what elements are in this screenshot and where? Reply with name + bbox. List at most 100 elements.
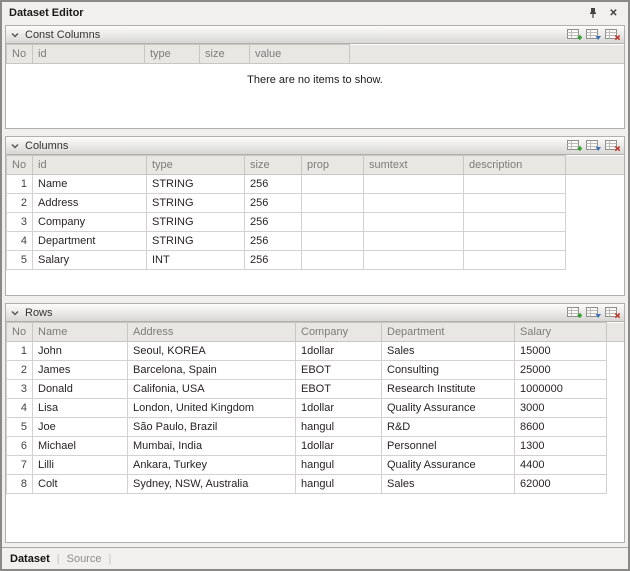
data-cell[interactable] (302, 213, 364, 232)
data-cell[interactable]: 1dollar (296, 399, 382, 418)
data-cell[interactable]: Quality Assurance (382, 399, 515, 418)
tab-source[interactable]: Source (67, 553, 102, 565)
data-cell[interactable] (464, 251, 566, 270)
pin-button[interactable] (585, 6, 600, 21)
column-header[interactable]: description (464, 156, 566, 175)
collapse-toggle-icon[interactable] (10, 308, 20, 318)
data-cell[interactable]: 8600 (515, 418, 607, 437)
data-cell[interactable]: 256 (245, 251, 302, 270)
column-header[interactable]: No (7, 323, 33, 342)
column-header[interactable]: No (7, 156, 33, 175)
row-number-cell[interactable]: 6 (7, 437, 33, 456)
column-header[interactable]: value (250, 45, 350, 64)
row-number-cell[interactable]: 1 (7, 175, 33, 194)
data-cell[interactable]: Sales (382, 475, 515, 494)
data-cell[interactable]: Colt (33, 475, 128, 494)
data-cell[interactable]: Quality Assurance (382, 456, 515, 475)
data-cell[interactable]: Name (33, 175, 147, 194)
data-cell[interactable]: Company (33, 213, 147, 232)
collapse-toggle-icon[interactable] (10, 30, 20, 40)
column-header[interactable]: size (200, 45, 250, 64)
data-cell[interactable]: 1dollar (296, 437, 382, 456)
row-number-cell[interactable]: 4 (7, 399, 33, 418)
data-cell[interactable] (364, 175, 464, 194)
data-cell[interactable]: Michael (33, 437, 128, 456)
column-header[interactable]: type (147, 156, 245, 175)
column-header[interactable]: Address (128, 323, 296, 342)
data-cell[interactable]: Ankara, Turkey (128, 456, 296, 475)
data-cell[interactable]: STRING (147, 232, 245, 251)
data-cell[interactable]: Department (33, 232, 147, 251)
column-header[interactable]: type (145, 45, 200, 64)
row-number-cell[interactable]: 5 (7, 418, 33, 437)
const-columns-header[interactable]: Const Columns (6, 26, 624, 44)
data-cell[interactable]: Salary (33, 251, 147, 270)
insert-row-button[interactable] (586, 139, 601, 152)
insert-row-button[interactable] (586, 306, 601, 319)
data-cell[interactable] (302, 251, 364, 270)
delete-row-button[interactable] (605, 139, 620, 152)
data-cell[interactable]: 256 (245, 175, 302, 194)
column-header[interactable]: sumtext (364, 156, 464, 175)
row-number-cell[interactable]: 3 (7, 213, 33, 232)
add-row-button[interactable] (567, 28, 582, 41)
data-cell[interactable] (364, 251, 464, 270)
row-number-cell[interactable]: 1 (7, 342, 33, 361)
data-cell[interactable]: hangul (296, 456, 382, 475)
data-cell[interactable] (364, 194, 464, 213)
column-header[interactable]: id (33, 45, 145, 64)
data-cell[interactable]: Lisa (33, 399, 128, 418)
data-cell[interactable]: Donald (33, 380, 128, 399)
data-cell[interactable] (464, 175, 566, 194)
column-header[interactable]: Name (33, 323, 128, 342)
data-cell[interactable] (302, 232, 364, 251)
close-button[interactable]: ✕ (606, 6, 621, 21)
data-cell[interactable]: Consulting (382, 361, 515, 380)
data-cell[interactable] (464, 232, 566, 251)
row-number-cell[interactable]: 8 (7, 475, 33, 494)
data-cell[interactable]: 15000 (515, 342, 607, 361)
add-row-button[interactable] (567, 139, 582, 152)
data-cell[interactable]: 3000 (515, 399, 607, 418)
data-cell[interactable]: 1dollar (296, 342, 382, 361)
data-cell[interactable]: hangul (296, 475, 382, 494)
data-cell[interactable]: 256 (245, 213, 302, 232)
columns-header[interactable]: Columns (6, 137, 624, 155)
tab-dataset[interactable]: Dataset (10, 553, 50, 565)
row-number-cell[interactable]: 2 (7, 194, 33, 213)
data-cell[interactable]: Research Institute (382, 380, 515, 399)
row-number-cell[interactable]: 2 (7, 361, 33, 380)
insert-row-button[interactable] (586, 28, 601, 41)
data-cell[interactable] (364, 232, 464, 251)
column-header[interactable]: Salary (515, 323, 607, 342)
data-cell[interactable]: 256 (245, 194, 302, 213)
data-cell[interactable] (464, 213, 566, 232)
column-header[interactable]: size (245, 156, 302, 175)
data-cell[interactable]: R&D (382, 418, 515, 437)
data-cell[interactable]: EBOT (296, 361, 382, 380)
collapse-toggle-icon[interactable] (10, 141, 20, 151)
data-cell[interactable]: EBOT (296, 380, 382, 399)
data-cell[interactable]: Joe (33, 418, 128, 437)
data-cell[interactable]: 256 (245, 232, 302, 251)
row-number-cell[interactable]: 7 (7, 456, 33, 475)
data-cell[interactable]: STRING (147, 175, 245, 194)
column-header[interactable]: No (7, 45, 33, 64)
rows-header[interactable]: Rows (6, 304, 624, 322)
column-header[interactable]: prop (302, 156, 364, 175)
data-cell[interactable]: 4400 (515, 456, 607, 475)
delete-row-button[interactable] (605, 28, 620, 41)
data-cell[interactable]: Mumbai, India (128, 437, 296, 456)
data-cell[interactable]: STRING (147, 213, 245, 232)
row-number-cell[interactable]: 3 (7, 380, 33, 399)
data-cell[interactable]: Sydney, NSW, Australia (128, 475, 296, 494)
column-header[interactable]: Department (382, 323, 515, 342)
column-header[interactable]: id (33, 156, 147, 175)
data-cell[interactable]: John (33, 342, 128, 361)
data-cell[interactable]: hangul (296, 418, 382, 437)
data-cell[interactable]: 1000000 (515, 380, 607, 399)
data-cell[interactable]: Address (33, 194, 147, 213)
delete-row-button[interactable] (605, 306, 620, 319)
data-cell[interactable]: Sales (382, 342, 515, 361)
data-cell[interactable]: 62000 (515, 475, 607, 494)
